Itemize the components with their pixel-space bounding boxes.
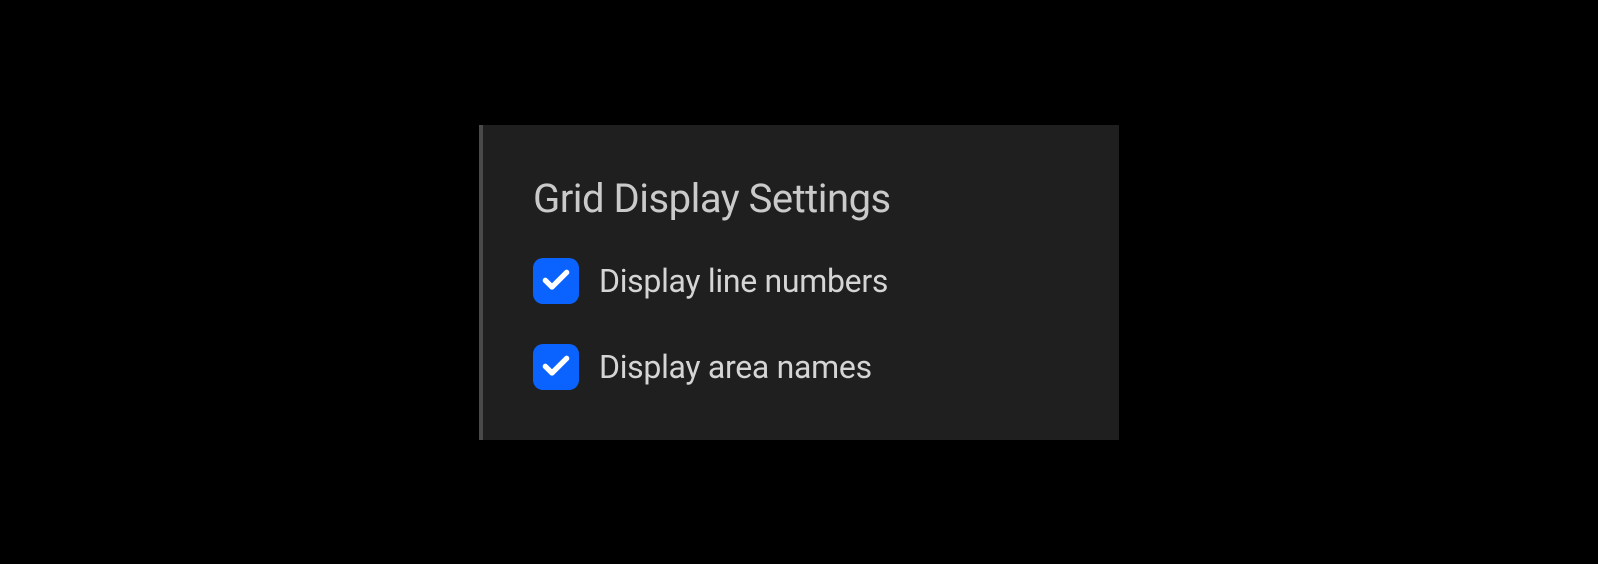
check-icon (540, 263, 572, 299)
checkbox-label: Display line numbers (599, 262, 888, 300)
option-display-line-numbers[interactable]: Display line numbers (533, 258, 1059, 304)
checkbox-label: Display area names (599, 348, 872, 386)
checkbox-display-area-names[interactable] (533, 344, 579, 390)
grid-display-settings-panel: Grid Display Settings Display line numbe… (479, 125, 1119, 440)
checkbox-display-line-numbers[interactable] (533, 258, 579, 304)
check-icon (540, 349, 572, 385)
panel-title: Grid Display Settings (533, 175, 1059, 222)
option-display-area-names[interactable]: Display area names (533, 344, 1059, 390)
